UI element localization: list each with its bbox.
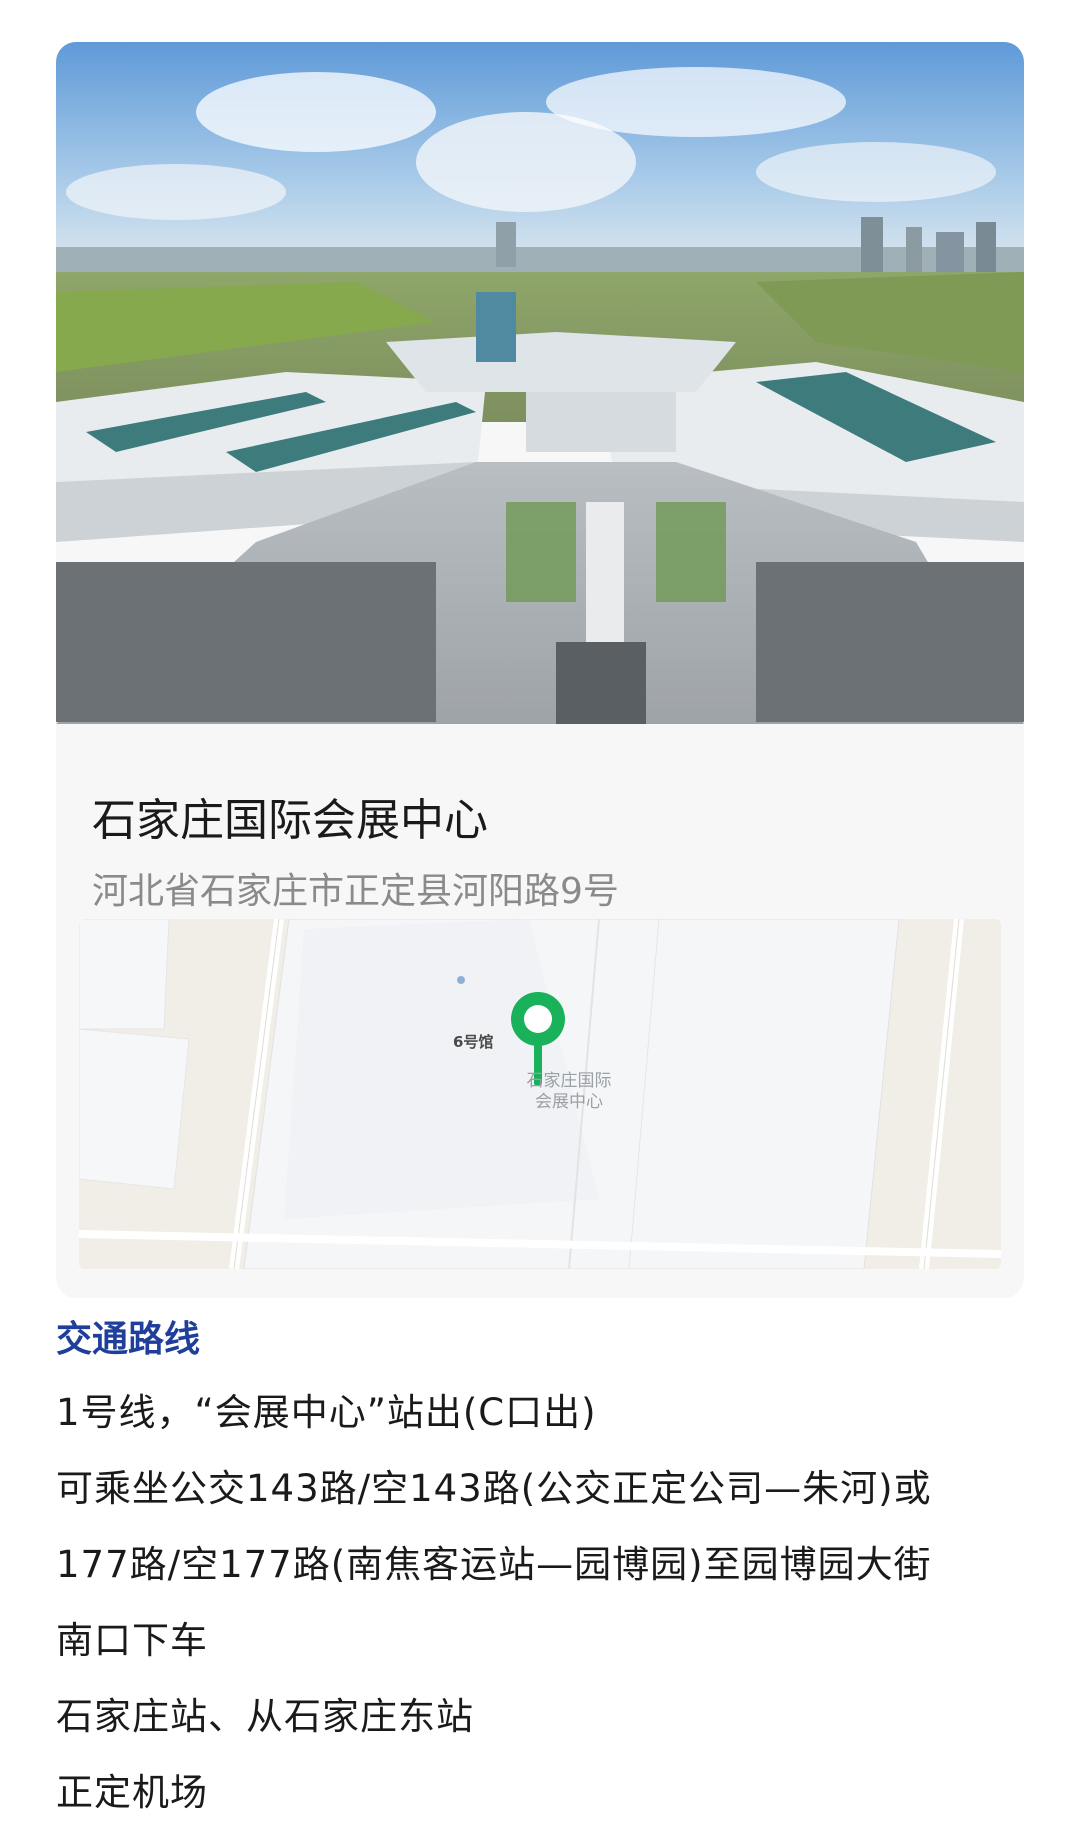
- transport-heading: 交通路线: [56, 1319, 201, 1360]
- location-pin-icon[interactable]: [509, 989, 567, 1087]
- hall-6-label: 6号馆: [453, 1033, 494, 1051]
- venue-map[interactable]: 6号馆 石家庄国际 会展中心: [79, 919, 1001, 1269]
- transport-line: 正定机场: [56, 1771, 208, 1814]
- venue-name: 石家庄国际会展中心: [92, 795, 488, 846]
- transport-line: 1号线，“会展中心”站出(C口出): [56, 1391, 597, 1434]
- transport-line: 石家庄站、从石家庄东站: [56, 1695, 474, 1738]
- map-venue-label-line2: 会展中心: [535, 1092, 603, 1112]
- venue-address: 河北省石家庄市正定县河阳路9号: [92, 871, 619, 912]
- venue-card[interactable]: 石家庄国际会展中心 河北省石家庄市正定县河阳路9号 6号馆 石家庄国际 会展中心: [56, 42, 1024, 1298]
- transport-line: 可乘坐公交143路/空143路(公交正定公司—朱河)或: [56, 1467, 932, 1510]
- venue-aerial-photo[interactable]: [56, 42, 1024, 724]
- transport-line: 南口下车: [56, 1619, 208, 1662]
- transport-line: 177路/空177路(南焦客运站—园博园)至园博园大街: [56, 1543, 932, 1586]
